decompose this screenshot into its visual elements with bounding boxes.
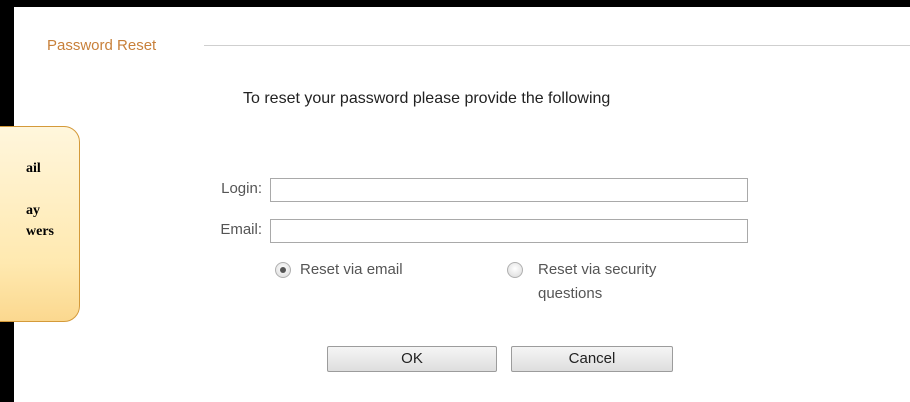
fieldset-legend: Password Reset: [47, 37, 163, 54]
reset-via-email-label[interactable]: Reset via email: [300, 258, 403, 282]
reset-via-security-radio[interactable]: [507, 262, 523, 278]
login-input[interactable]: [270, 178, 748, 202]
callout-line: ail: [26, 161, 41, 176]
email-label: Email:: [220, 221, 262, 238]
callout-line: wers: [26, 224, 54, 239]
legend-divider: [204, 45, 910, 46]
instructions-text: To reset your password please provide th…: [243, 90, 611, 107]
login-label: Login:: [221, 180, 262, 197]
password-reset-panel: Password Reset: [14, 7, 910, 402]
email-input[interactable]: [270, 219, 748, 243]
callout-line: ay: [26, 203, 40, 218]
ok-button[interactable]: OK: [327, 346, 497, 372]
callout-text: ail ay wers: [26, 158, 86, 242]
cancel-button[interactable]: Cancel: [511, 346, 673, 372]
reset-via-email-radio[interactable]: [275, 262, 291, 278]
reset-via-security-label[interactable]: Reset via security questions: [538, 258, 718, 306]
